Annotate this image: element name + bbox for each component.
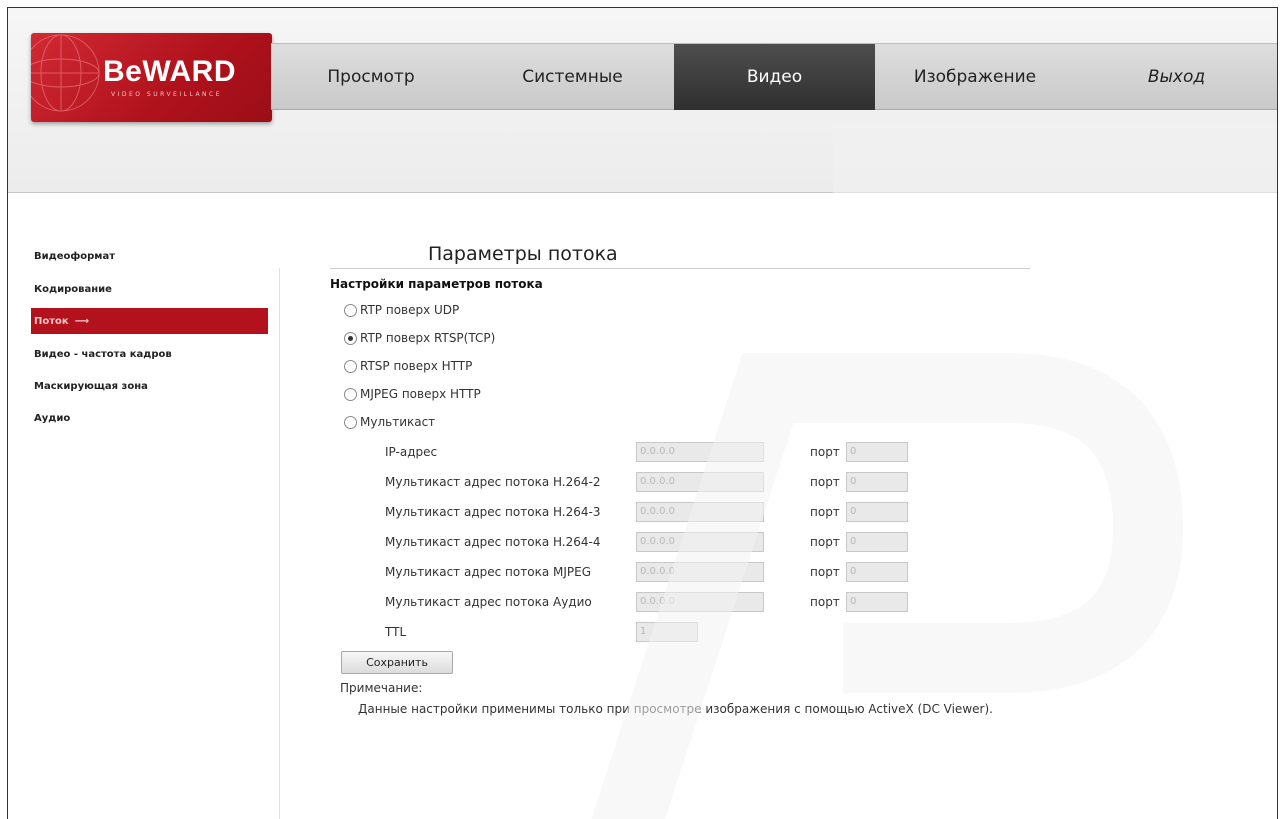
page-title: Параметры потока	[428, 243, 618, 265]
note-label: Примечание:	[340, 681, 423, 695]
nav-video[interactable]: Видео	[674, 44, 875, 110]
beward-logo[interactable]: BeWARD VIDEO SURVEILLANCE	[31, 33, 272, 122]
arrow-right-icon: ⟶	[74, 315, 90, 327]
multicast-ip-input[interactable]: 0.0.0.0	[636, 442, 764, 462]
sidebar-divider	[279, 268, 280, 819]
logo-text: BeWARD	[103, 55, 237, 88]
radio-label: Мультикаст	[360, 415, 436, 429]
radio-button[interactable]	[344, 303, 357, 317]
port-label: порт	[810, 565, 840, 579]
radio-label: MJPEG поверх HTTP	[360, 387, 481, 401]
multicast-h264-3-port-input[interactable]: 0	[846, 502, 908, 522]
logo-subtitle: VIDEO SURVEILLANCE	[111, 91, 223, 98]
multicast-mjpeg-input[interactable]: 0.0.0.0	[636, 562, 764, 582]
radio-rtp-rtsp-tcp[interactable]: RTP поверх RTSP(TCP)	[344, 331, 495, 345]
multicast-h264-4-input[interactable]: 0.0.0.0	[636, 532, 764, 552]
radio-button[interactable]	[344, 387, 357, 401]
multicast-h264-2-input[interactable]: 0.0.0.0	[636, 472, 764, 492]
section-title: Настройки параметров потока	[330, 277, 543, 291]
camera-web-ui: BeWARD VIDEO SURVEILLANCE Просмотр Систе…	[7, 7, 1278, 819]
sidebar-item-encoding[interactable]: Кодирование	[34, 276, 112, 302]
sidebar-item-videoformat[interactable]: Видеоформат	[34, 243, 115, 269]
multicast-h264-2-label: Мультикаст адрес потока H.264-2	[385, 475, 601, 489]
nav-exit[interactable]: Выход	[1075, 44, 1277, 110]
multicast-mjpeg-port-input[interactable]: 0	[846, 562, 908, 582]
radio-mjpeg-http[interactable]: MJPEG поверх HTTP	[344, 387, 481, 401]
sidebar-item-audio[interactable]: Аудио	[34, 405, 70, 431]
multicast-audio-input[interactable]: 0.0.0.0	[636, 592, 764, 612]
multicast-mjpeg-label: Мультикаст адрес потока MJPEG	[385, 565, 591, 579]
title-divider	[330, 268, 1030, 269]
globe-icon	[31, 34, 100, 112]
top-navigation: Просмотр Системные Видео Изображение Вых…	[271, 43, 1277, 110]
multicast-audio-port-input[interactable]: 0	[846, 592, 908, 612]
sidebar-item-stream[interactable]: Поток ⟶	[31, 308, 268, 334]
nav-image[interactable]: Изображение	[875, 44, 1075, 110]
port-label: порт	[810, 505, 840, 519]
ttl-input[interactable]: 1	[636, 622, 698, 642]
radio-label: RTP поверх UDP	[360, 303, 460, 317]
nav-system[interactable]: Системные	[471, 44, 674, 110]
ttl-label: TTL	[385, 625, 407, 639]
multicast-ip-port-input[interactable]: 0	[846, 442, 908, 462]
multicast-audio-label: Мультикаст адрес потока Аудио	[385, 595, 592, 609]
multicast-h264-3-input[interactable]: 0.0.0.0	[636, 502, 764, 522]
radio-label: RTP поверх RTSP(TCP)	[360, 331, 496, 345]
multicast-h264-3-label: Мультикаст адрес потока H.264-3	[385, 505, 601, 519]
multicast-ip-label: IP-адрес	[385, 445, 438, 459]
save-button[interactable]: Сохранить	[341, 651, 453, 674]
radio-multicast[interactable]: Мультикаст	[344, 415, 435, 429]
sidebar-item-privacy-mask[interactable]: Маскирующая зона	[34, 373, 148, 399]
port-label: порт	[810, 535, 840, 549]
nav-view[interactable]: Просмотр	[271, 44, 471, 110]
port-label: порт	[810, 595, 840, 609]
port-label: порт	[810, 445, 840, 459]
multicast-h264-2-port-input[interactable]: 0	[846, 472, 908, 492]
radio-button-checked[interactable]	[344, 331, 357, 345]
radio-rtsp-http[interactable]: RTSP поверх HTTP	[344, 359, 472, 373]
port-label: порт	[810, 475, 840, 489]
radio-button[interactable]	[344, 359, 357, 373]
sidebar-item-framerate[interactable]: Видео - частота кадров	[34, 341, 172, 367]
radio-label: RTSP поверх HTTP	[360, 359, 473, 373]
multicast-h264-4-port-input[interactable]: 0	[846, 532, 908, 552]
sidebar-item-label: Поток	[34, 315, 69, 327]
radio-rtp-udp[interactable]: RTP поверх UDP	[344, 303, 459, 317]
note-text: Данные настройки применимы только при пр…	[358, 702, 993, 716]
header-divider	[8, 192, 1277, 193]
radio-button[interactable]	[344, 415, 357, 429]
multicast-h264-4-label: Мультикаст адрес потока H.264-4	[385, 535, 601, 549]
